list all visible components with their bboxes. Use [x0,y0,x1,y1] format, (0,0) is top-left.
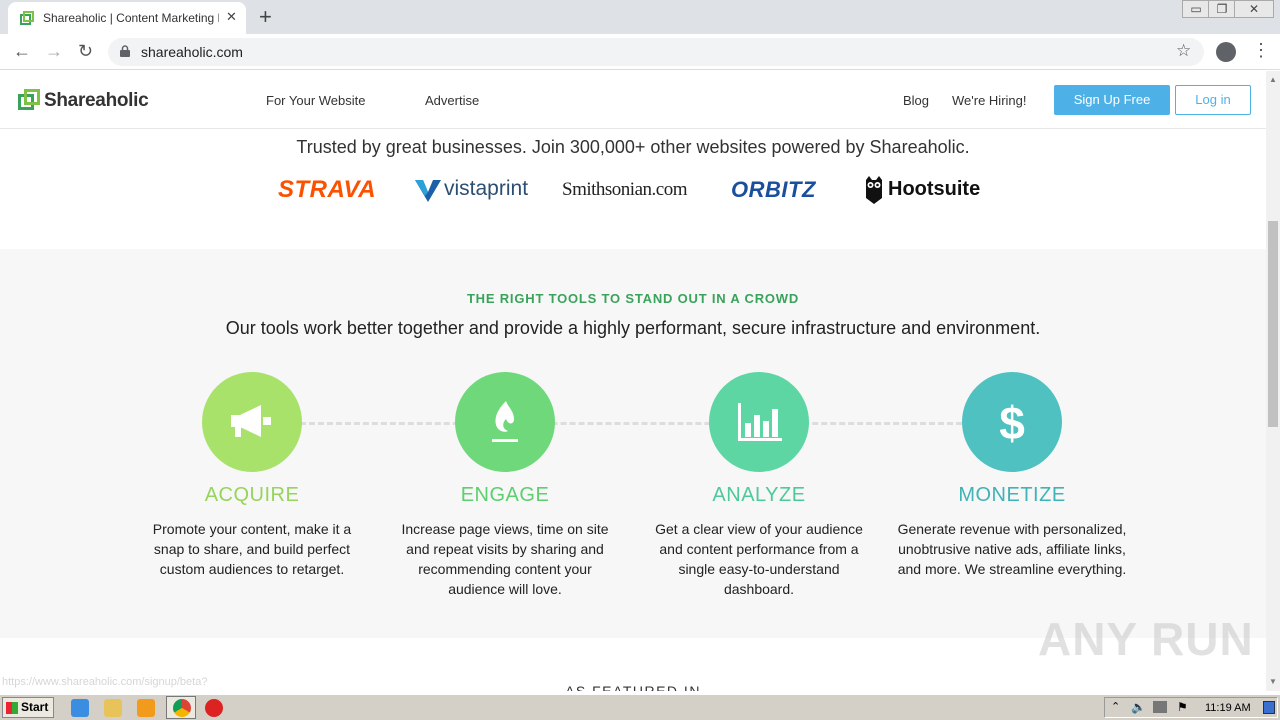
engage-title: ENGAGE [460,484,550,506]
chrome-icon [173,699,191,717]
tools-subtitle: Our tools work better together and provi… [225,318,1041,338]
anyrun-watermark: ANY RUN [1038,613,1254,665]
minimize-button[interactable]: ▭ [1182,0,1210,18]
status-url: https://www.shareaholic.com/signup/beta? [2,676,208,688]
analyze-circle[interactable] [709,372,809,472]
scroll-up-icon[interactable]: ▲ [1269,75,1277,84]
start-label: Start [21,700,49,714]
acquire-circle[interactable] [202,372,302,472]
monetize-description: Generate revenue with personalized, unob… [897,521,1127,577]
tools-connector-line [300,422,962,425]
back-arrow-icon[interactable]: ← [13,41,31,62]
analyze-description: Get a clear view of your audience and co… [655,521,863,597]
shareaholic-favicon-icon [20,11,34,25]
opera-icon[interactable] [205,699,223,717]
tab-title: Shareaholic | Content Marketing Plat [43,11,219,25]
acquire-title: ACQUIRE [204,484,300,506]
profile-avatar-icon[interactable] [1216,42,1236,62]
scroll-down-icon[interactable]: ▼ [1269,677,1277,686]
taskbar-clock[interactable]: 11:19 AM [1205,702,1251,714]
page-scrollbar[interactable]: ▲ ▼ [1266,71,1280,691]
system-tray: ⌃ 🔈 ⚑ 11:19 AM [1104,697,1278,718]
tray-expand-icon[interactable]: ⌃ [1111,700,1120,713]
trusted-tagline: Trusted by great businesses. Join 300,00… [296,137,970,157]
chrome-taskbar-button[interactable] [166,696,196,719]
site-header: Shareaholic For Your Website Advertise B… [0,71,1266,129]
show-desktop-icon[interactable] [1263,701,1275,714]
start-button[interactable]: Start [2,697,54,718]
lock-icon [120,45,130,57]
analyze-title: ANALYZE [712,484,806,506]
hootsuite-owl-icon [866,176,882,204]
engage-description: Increase page views, time on site and re… [401,521,609,597]
vistaprint-v-icon [415,180,441,202]
bar-chart-icon [738,403,782,441]
sign-up-button[interactable]: Sign Up Free [1054,85,1170,115]
orbitz-logo: ORBITZ [731,177,816,202]
media-player-icon[interactable] [137,699,155,717]
flame-icon [492,401,518,442]
tools-kicker: THE RIGHT TOOLS TO STAND OUT IN A CROWD [466,291,800,306]
logo-text[interactable]: Shareaholic [44,90,149,112]
tab-close-icon[interactable]: ✕ [226,9,237,25]
megaphone-icon [231,405,271,437]
windows-flag-icon [6,702,18,714]
hootsuite-text: Hootsuite [888,178,981,200]
log-in-button[interactable]: Log in [1175,85,1251,115]
nav-hiring[interactable]: We're Hiring! [952,93,1026,108]
vistaprint-text: vistaprint [444,177,529,200]
ie-icon[interactable] [71,699,89,717]
strava-logo: STRAVA [278,176,377,203]
menu-kebab-icon[interactable]: ⋮ [1252,40,1270,61]
restore-button[interactable]: ❐ [1208,0,1236,18]
volume-icon[interactable]: 🔈 [1131,700,1146,714]
nav-advertise[interactable]: Advertise [425,93,479,108]
action-center-flag-icon[interactable]: ⚑ [1177,700,1188,714]
nav-for-your-website[interactable]: For Your Website [266,93,365,108]
dollar-icon: $ [999,397,1025,447]
url-text[interactable]: shareaholic.com [141,44,243,60]
page-viewport: Shareaholic For Your Website Advertise B… [0,71,1266,691]
smithsonian-logo: Smithsonian.com [562,179,687,200]
forward-arrow-icon[interactable]: → [45,41,63,62]
reload-icon[interactable]: ↻ [78,41,93,62]
acquire-description: Promote your content, make it a snap to … [152,521,352,577]
network-icon[interactable] [1153,701,1167,713]
window-close-button[interactable]: ✕ [1234,0,1274,18]
browser-toolbar: ← → ↻ shareaholic.com ☆ [0,34,1280,70]
bookmark-star-icon[interactable]: ☆ [1176,41,1191,61]
explorer-folder-icon[interactable] [104,699,122,717]
shareaholic-logo-icon[interactable] [18,89,40,111]
browser-tabstrip: Shareaholic | Content Marketing Plat ✕ +… [0,0,1280,34]
scrollbar-thumb[interactable] [1268,221,1278,427]
browser-tab[interactable]: Shareaholic | Content Marketing Plat ✕ [8,2,246,34]
new-tab-button[interactable]: + [259,4,272,30]
monetize-title: MONETIZE [958,484,1066,506]
tools-section: THE RIGHT TOOLS TO STAND OUT IN A CROWD … [0,249,1266,638]
svg-text:$: $ [999,397,1025,447]
windows-taskbar: Start ⌃ 🔈 ⚑ 11:19 AM [0,694,1280,720]
nav-blog[interactable]: Blog [903,93,929,108]
address-bar[interactable]: shareaholic.com ☆ [108,38,1204,66]
monetize-circle[interactable]: $ [962,372,1062,472]
engage-circle[interactable] [455,372,555,472]
